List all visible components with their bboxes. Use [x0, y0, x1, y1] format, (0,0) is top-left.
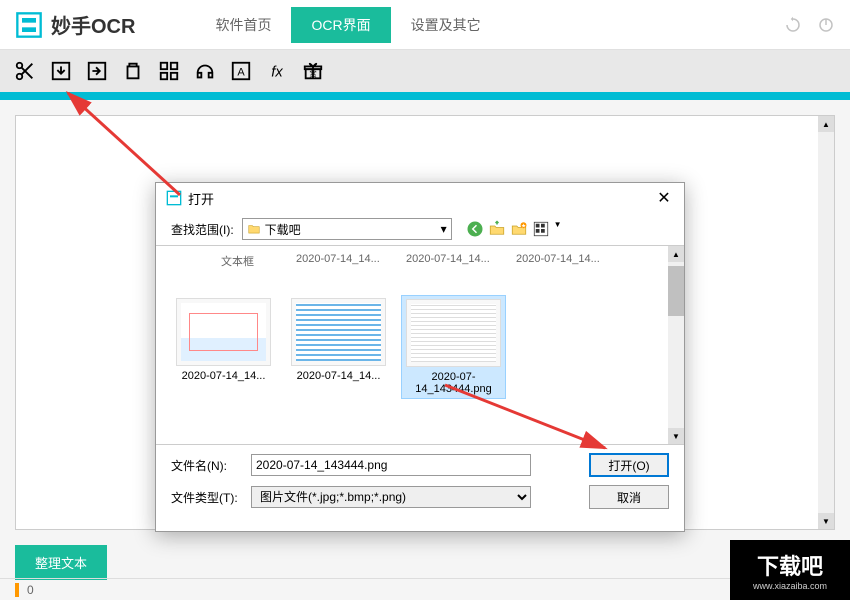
app-logo-icon	[15, 11, 43, 39]
file-item-2[interactable]: 2020-07-14_14...	[286, 295, 391, 399]
file-scroll-thumb[interactable]	[668, 266, 684, 316]
dialog-toolbar: 查找范围(I): 下载吧 ▾ ★ ▼	[156, 213, 684, 245]
location-text: 下载吧	[265, 221, 301, 238]
file-row-top: 文本框 2020-07-14_14... 2020-07-14_14... 20…	[171, 251, 669, 275]
headphones-icon[interactable]	[192, 58, 218, 84]
top-file-3[interactable]: 2020-07-14_14...	[516, 253, 611, 269]
scissors-icon[interactable]	[12, 58, 38, 84]
file-item-3[interactable]: 2020-07-14_143444.png	[401, 295, 506, 399]
filetype-select[interactable]: 图片文件(*.jpg;*.bmp;*.png)	[251, 486, 531, 508]
file-name-3: 2020-07-14_143444.png	[415, 371, 491, 395]
file-item-1[interactable]: 2020-07-14_14...	[171, 295, 276, 399]
cancel-button[interactable]: 取消	[589, 485, 669, 509]
file-thumb-1	[176, 298, 271, 366]
file-open-dialog: 打开 ✕ 查找范围(I): 下载吧 ▾ ★ ▼ 文本框 2020-07-14_1…	[155, 182, 685, 532]
tab-settings[interactable]: 设置及其它	[391, 7, 501, 43]
location-dropdown[interactable]: 下载吧 ▾	[242, 218, 452, 240]
accent-bar	[0, 92, 850, 100]
scroll-up-icon[interactable]: ▲	[818, 116, 834, 132]
text-a-icon[interactable]: A	[228, 58, 254, 84]
scrollbar[interactable]: ▲ ▼	[818, 116, 834, 529]
file-scrollbar[interactable]: ▲ ▼	[668, 246, 684, 444]
power-icon[interactable]	[817, 16, 835, 34]
file-items: 2020-07-14_14... 2020-07-14_14... 2020-0…	[171, 295, 669, 399]
tidy-text-button[interactable]: 整理文本	[15, 545, 107, 580]
nav-tabs: 软件首页 OCR界面 设置及其它	[195, 7, 500, 43]
file-thumb-3	[406, 299, 501, 367]
svg-text:赏: 赏	[309, 70, 316, 79]
top-file-1[interactable]: 2020-07-14_14...	[296, 253, 391, 269]
file-name-1: 2020-07-14_14...	[182, 370, 266, 382]
app-title: 妙手OCR	[51, 10, 135, 39]
filename-input[interactable]	[251, 454, 531, 476]
file-name-2: 2020-07-14_14...	[297, 370, 381, 382]
dialog-title-text: 打开	[188, 189, 214, 208]
trash-icon[interactable]	[120, 58, 146, 84]
refresh-icon[interactable]	[784, 16, 802, 34]
toolbar: A fx 赏	[0, 50, 850, 92]
filetype-label: 文件类型(T):	[171, 489, 241, 506]
qrcode-icon[interactable]	[156, 58, 182, 84]
fx-icon[interactable]: fx	[264, 58, 290, 84]
top-folder-label: 文本框	[221, 253, 281, 269]
scroll-down-icon[interactable]: ▼	[818, 513, 834, 529]
watermark: 下载吧 www.xiazaiba.com	[730, 540, 850, 600]
filetype-field: 文件类型(T): 图片文件(*.jpg;*.bmp;*.png) 取消	[171, 485, 669, 509]
export-right-icon[interactable]	[84, 58, 110, 84]
lookup-label: 查找范围(I):	[171, 221, 234, 238]
status-indicator	[15, 583, 19, 597]
svg-text:fx: fx	[271, 65, 283, 81]
svg-text:A: A	[237, 67, 245, 79]
titlebar: 妙手OCR 软件首页 OCR界面 设置及其它	[0, 0, 850, 50]
status-bar: 0	[0, 578, 850, 600]
dialog-app-icon	[166, 190, 182, 206]
watermark-url: www.xiazaiba.com	[753, 581, 827, 591]
view-dropdown-icon[interactable]: ▼	[554, 220, 562, 238]
filename-field: 文件名(N): 打开(O)	[171, 453, 669, 477]
svg-text:★: ★	[521, 224, 526, 230]
file-thumb-2	[291, 298, 386, 366]
file-scroll-up-icon[interactable]: ▲	[668, 246, 684, 262]
folder-icon	[247, 222, 261, 236]
back-icon[interactable]	[466, 220, 484, 238]
new-folder-icon[interactable]: ★	[510, 220, 528, 238]
status-count: 0	[27, 583, 34, 597]
titlebar-right	[784, 16, 835, 34]
dialog-nav-icons: ★ ▼	[466, 220, 562, 238]
top-file-2[interactable]: 2020-07-14_14...	[406, 253, 501, 269]
file-scroll-down-icon[interactable]: ▼	[668, 428, 684, 444]
close-icon[interactable]: ✕	[654, 188, 674, 208]
dialog-titlebar: 打开 ✕	[156, 183, 684, 213]
gift-icon[interactable]: 赏	[300, 58, 326, 84]
filename-label: 文件名(N):	[171, 457, 241, 474]
dialog-bottom: 文件名(N): 打开(O) 文件类型(T): 图片文件(*.jpg;*.bmp;…	[156, 445, 684, 517]
watermark-title: 下载吧	[757, 549, 823, 581]
open-button[interactable]: 打开(O)	[589, 453, 669, 477]
tab-ocr[interactable]: OCR界面	[291, 7, 390, 43]
up-folder-icon[interactable]	[488, 220, 506, 238]
file-list: 文本框 2020-07-14_14... 2020-07-14_14... 20…	[156, 245, 684, 445]
tab-home[interactable]: 软件首页	[195, 7, 291, 43]
bottom-bar: 整理文本	[0, 545, 850, 580]
import-down-icon[interactable]	[48, 58, 74, 84]
view-mode-icon[interactable]	[532, 220, 550, 238]
